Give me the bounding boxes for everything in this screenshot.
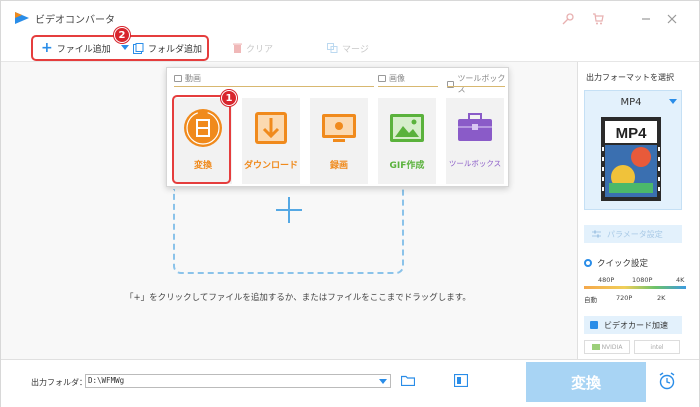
tile-toolbox[interactable]: ツールボックス	[446, 98, 504, 184]
quality-1080p: 1080P	[632, 276, 653, 284]
quality-480p: 480P	[598, 276, 615, 284]
quick-setting-header: クイック設定	[584, 257, 648, 269]
merge-button[interactable]: マージ	[327, 40, 369, 56]
quality-slider[interactable]	[584, 286, 686, 289]
convert-tile-highlight-annotation	[172, 95, 231, 184]
toolbox-icon	[455, 108, 495, 148]
output-settings-icon[interactable]	[454, 374, 468, 387]
video-section-icon	[174, 75, 182, 82]
intel-label: intel	[650, 343, 664, 351]
mp4-format-icon: MP4	[601, 117, 661, 201]
title-bar: ビデオコンバータ	[1, 1, 699, 34]
mp4-icon-text: MP4	[616, 125, 648, 142]
merge-icon	[327, 43, 338, 53]
clear-button[interactable]: クリア	[233, 40, 273, 56]
chip-icon	[590, 321, 598, 329]
chevron-down-icon[interactable]	[379, 379, 387, 384]
quality-4k: 4K	[676, 276, 685, 284]
tile-record[interactable]: 録画	[310, 98, 368, 184]
minimize-icon[interactable]	[639, 12, 653, 26]
screen-record-icon	[319, 108, 359, 148]
quick-setting-icon	[584, 259, 592, 267]
section-video-label: 動画	[185, 74, 201, 83]
output-folder-path: D:\WFMWg	[88, 376, 125, 385]
merge-label: マージ	[342, 44, 369, 55]
section-image: 画像	[378, 73, 405, 84]
image-section-icon	[378, 75, 386, 82]
output-format-title: 出力フォーマットを選択	[586, 73, 674, 82]
right-panel: 出力フォーマットを選択 MP4 MP4 パラメータ設定 クイック設定 480P	[577, 62, 699, 359]
section-divider	[174, 86, 374, 87]
output-folder-select[interactable]: D:\WFMWg	[85, 374, 391, 388]
drop-hint-text: 「+」をクリックしてファイルを追加するか、またはファイルをここまでドラッグします…	[125, 293, 471, 303]
gif-image-icon	[387, 108, 427, 148]
close-icon[interactable]	[665, 12, 679, 26]
tile-record-label: 録画	[329, 161, 348, 171]
parameter-settings-label: パラメータ設定	[607, 229, 663, 239]
section-toolbox: ツールボックス	[447, 73, 508, 95]
nvidia-badge: NVIDIA	[584, 340, 630, 354]
trash-icon	[233, 43, 242, 53]
output-format-selector[interactable]: MP4 MP4	[584, 90, 682, 210]
format-dropdown-icon[interactable]	[669, 99, 677, 104]
cart-icon[interactable]	[591, 12, 605, 26]
parameter-settings-button[interactable]: パラメータ設定	[584, 225, 682, 243]
section-divider	[378, 86, 438, 87]
gpu-acceleration-button[interactable]: ビデオカード加速	[584, 316, 682, 334]
app-logo-icon	[15, 12, 29, 24]
nvidia-label: NVIDIA	[601, 343, 623, 351]
open-folder-icon[interactable]	[401, 375, 415, 386]
alarm-clock-icon[interactable]	[658, 372, 676, 390]
bottom-bar: 出力フォルダ： D:\WFMWg 変換	[1, 359, 699, 407]
intel-badge: intel	[634, 340, 680, 354]
sliders-icon	[592, 230, 601, 238]
nvidia-logo-icon	[591, 344, 600, 350]
format-name: MP4	[620, 97, 642, 108]
section-image-label: 画像	[389, 74, 405, 83]
tile-toolbox-label: ツールボックス	[448, 159, 502, 168]
quick-setting-label: クイック設定	[597, 259, 649, 269]
quality-720p: 720P	[616, 294, 633, 302]
tile-gif[interactable]: GIF作成	[378, 98, 436, 184]
tile-download-label: ダウンロード	[243, 161, 298, 171]
tile-download[interactable]: ダウンロード	[242, 98, 300, 184]
output-folder-label: 出力フォルダ：	[31, 378, 87, 387]
convert-button[interactable]: 変換	[526, 362, 646, 402]
app-window: ビデオコンバータ + ファイル追加 フォルダ追加 クリア マージ 2 「+」をク…	[0, 0, 700, 407]
app-title: ビデオコンバータ	[35, 15, 115, 26]
download-icon	[251, 108, 291, 148]
tile-gif-label: GIF作成	[389, 161, 425, 171]
gpu-acceleration-label: ビデオカード加速	[604, 320, 668, 330]
step-badge-1: 1	[221, 90, 237, 106]
section-divider	[447, 86, 505, 87]
section-toolbox-label: ツールボックス	[457, 74, 506, 94]
step-badge-2: 2	[114, 27, 130, 43]
clear-label: クリア	[246, 44, 274, 55]
quality-auto: 自動	[584, 296, 597, 304]
key-icon[interactable]	[561, 12, 575, 26]
section-video: 動画	[174, 73, 201, 84]
add-file-plus-icon[interactable]	[276, 197, 302, 223]
quality-2k: 2K	[657, 294, 666, 302]
